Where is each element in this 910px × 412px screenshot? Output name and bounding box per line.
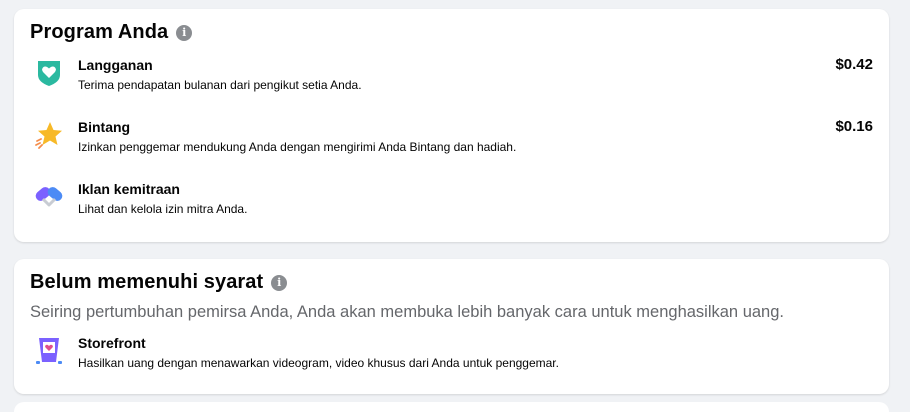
program-name: Storefront — [78, 335, 146, 351]
program-amount: $0.42 — [835, 56, 873, 73]
programs-card: Program Anda i Langganan Terima pendapat… — [14, 9, 889, 242]
program-name: Iklan kemitraan — [78, 181, 180, 197]
programs-header: Program Anda i — [30, 21, 193, 44]
programs-title: Program Anda — [30, 21, 169, 43]
next-card-edge — [14, 402, 889, 412]
program-name: Langganan — [78, 57, 153, 73]
info-icon[interactable]: i — [176, 24, 193, 41]
program-amount: $0.16 — [835, 118, 873, 135]
program-item-iklan-kemitraan[interactable]: Iklan kemitraan Lihat dan kelola izin mi… — [30, 181, 873, 225]
info-icon[interactable]: i — [271, 274, 288, 291]
not-eligible-header: Belum memenuhi syarat i — [30, 271, 288, 294]
program-name: Bintang — [78, 119, 131, 135]
program-description: Lihat dan kelola izin mitra Anda. — [78, 202, 248, 216]
not-eligible-card: Belum memenuhi syarat i Seiring pertumbu… — [14, 259, 889, 394]
program-description: Hasilkan uang dengan menawarkan videogra… — [78, 356, 559, 370]
program-description: Terima pendapatan bulanan dari pengikut … — [78, 78, 362, 92]
not-eligible-title: Belum memenuhi syarat — [30, 271, 264, 293]
subscription-heart-icon — [38, 61, 60, 86]
program-item-langganan[interactable]: Langganan Terima pendapatan bulanan dari… — [30, 56, 873, 101]
program-item-bintang[interactable]: Bintang Izinkan penggemar mendukung Anda… — [30, 118, 873, 163]
program-description: Izinkan penggemar mendukung Anda dengan … — [78, 140, 517, 154]
storefront-icon — [36, 338, 62, 364]
partnership-ads-icon — [35, 187, 63, 207]
star-icon — [35, 122, 62, 149]
program-item-storefront[interactable]: Storefront Hasilkan uang dengan menawark… — [30, 335, 873, 379]
not-eligible-subtitle: Seiring pertumbuhan pemirsa Anda, Anda a… — [30, 303, 784, 321]
